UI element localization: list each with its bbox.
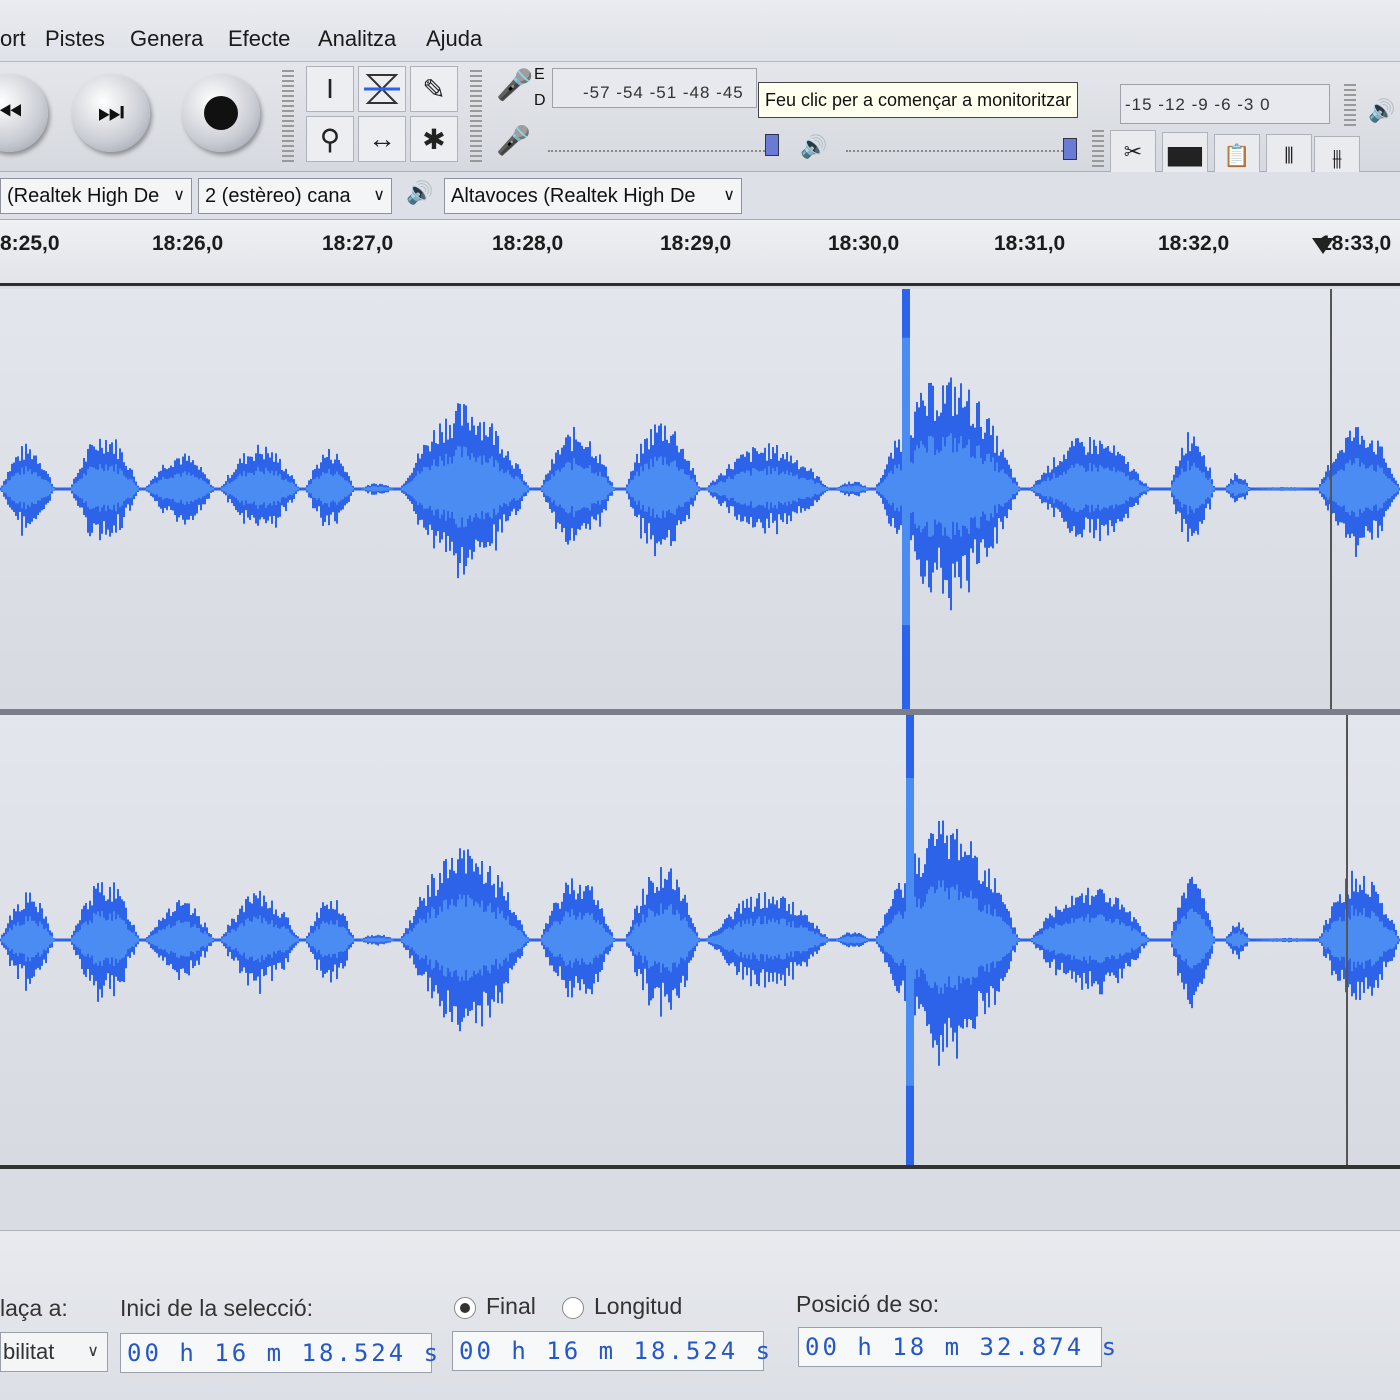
draw-tool[interactable]: ✎ [410, 66, 458, 112]
playhead-marker[interactable] [1312, 238, 1334, 254]
ruler-label: 18:26,0 [152, 232, 224, 255]
toolbar-grip[interactable] [282, 70, 294, 162]
output-device-speaker-icon: 🔊 [406, 180, 434, 205]
speaker-icon: 🔊 [1368, 98, 1396, 123]
envelope-icon [364, 74, 400, 104]
input-volume-slider[interactable] [548, 128, 779, 156]
playback-meter-scale: -15 -12 -9 -6 -3 0 [1125, 95, 1271, 114]
menu-analyze[interactable]: Analitza [318, 26, 396, 52]
toolbar-grip[interactable] [1092, 130, 1104, 170]
output-volume-thumb[interactable] [1063, 138, 1077, 160]
cut-button[interactable]: ✂ [1110, 130, 1156, 174]
envelope-tool[interactable] [358, 66, 406, 112]
channels-select[interactable]: 2 (estèreo) cana ∨ [198, 178, 392, 214]
menu-tracks[interactable]: Pistes [45, 26, 105, 52]
silence-icon: ⫵ [1331, 145, 1343, 170]
record-icon [204, 96, 238, 130]
paste-icon: 📋 [1223, 143, 1251, 168]
skip-to-end-icon: ⏭ [97, 96, 125, 129]
chevron-down-icon: ∨ [723, 187, 735, 204]
playhead-line [1346, 715, 1348, 1165]
chevron-down-icon: ∨ [87, 1343, 99, 1360]
playhead-line [1330, 289, 1332, 709]
chevron-down-icon: ∨ [173, 187, 185, 204]
input-volume-mic-icon: 🎤 [496, 125, 531, 156]
record-meter-scale: -57 -54 -51 -48 -45 [583, 83, 744, 102]
audio-position-field[interactable]: 00 h 18 m 32.874 s [798, 1327, 1116, 1367]
output-volume-slider[interactable] [846, 128, 1077, 160]
input-device-select[interactable]: (Realtek High De ∨ [0, 178, 192, 214]
ruler-label: 18:27,0 [322, 232, 394, 255]
ruler-label: 18:28,0 [492, 232, 564, 255]
monitor-tooltip: Feu clic per a començar a monitoritzar [758, 82, 1079, 118]
ruler-label: 8:25,0 [0, 232, 60, 255]
output-device-select[interactable]: Altavoces (Realtek High De ∨ [444, 178, 742, 214]
record-button[interactable] [182, 74, 260, 152]
end-radio-label: Final [486, 1293, 536, 1319]
toolbar-grip[interactable] [470, 70, 482, 162]
track-divider [0, 1165, 1400, 1169]
copy-button[interactable]: ▆▆ [1162, 132, 1208, 176]
skip-to-end-button[interactable]: ⏭ [72, 74, 150, 152]
skip-to-start-icon: ⏮ [0, 96, 23, 129]
meter-channel-left: E [534, 66, 545, 83]
chevron-down-icon: ∨ [373, 187, 385, 204]
ruler-label: 18:31,0 [994, 232, 1066, 255]
output-speaker-icon: 🔊 [800, 134, 828, 159]
length-radio-label: Longitud [594, 1293, 683, 1319]
meter-channel-right: D [534, 92, 546, 109]
menu-transport[interactable]: ort [0, 26, 26, 52]
selection-start-field[interactable]: 00 h 16 m 18.524 s [120, 1333, 438, 1373]
selection-toolbar: laça a: Inici de la selecció: Final Long… [0, 1230, 1400, 1400]
selection-end-field[interactable]: 00 h 16 m 18.524 s [452, 1331, 770, 1371]
selection-tool[interactable]: I [306, 66, 354, 112]
trim-icon: ⫴ [1284, 143, 1294, 168]
pencil-icon: ✎ [422, 73, 446, 105]
end-radio[interactable] [454, 1297, 476, 1319]
toolbar-grip[interactable] [1344, 84, 1356, 128]
length-radio[interactable] [562, 1297, 584, 1319]
record-meter-mic-icon[interactable]: 🎤 [496, 68, 533, 103]
ruler-label: 18:30,0 [828, 232, 900, 255]
audio-track-left-channel[interactable] [0, 289, 1400, 709]
ruler-label: 18:29,0 [660, 232, 732, 255]
menu-generate[interactable]: Genera [130, 26, 203, 52]
skip-to-start-button[interactable]: ⏮ [0, 74, 48, 152]
snap-to-select[interactable]: bilitat ∨ [0, 1332, 108, 1372]
copy-icon: ▆▆ [1168, 141, 1202, 166]
menu-bar: ort Pistes Genera Efecte Analitza Ajuda [0, 0, 1400, 62]
menu-help[interactable]: Ajuda [426, 26, 482, 52]
menu-effect[interactable]: Efecte [228, 26, 290, 52]
device-toolbar: (Realtek High De ∨ 2 (estèreo) cana ∨ 🔊 Al… [0, 172, 1400, 220]
snap-to-label: laça a: [0, 1295, 68, 1321]
playback-meter[interactable]: -15 -12 -9 -6 -3 0 [1120, 84, 1330, 124]
audio-track-right-channel[interactable] [0, 715, 1400, 1165]
cut-icon: ✂ [1123, 139, 1143, 164]
record-meter[interactable]: -57 -54 -51 -48 -45 [552, 68, 757, 108]
time-shift-tool[interactable]: ↔ [358, 116, 406, 162]
multi-tool[interactable]: ✱ [410, 116, 458, 162]
ruler-label: 18:32,0 [1158, 232, 1230, 255]
input-volume-thumb[interactable] [765, 134, 779, 156]
audio-position-label: Posició de so: [796, 1291, 940, 1317]
waveform-left [0, 289, 1400, 709]
timeline-ruler[interactable]: 8:25,0 18:26,0 18:27,0 18:28,0 18:29,0 1… [0, 220, 1400, 286]
waveform-right [0, 715, 1400, 1165]
zoom-tool[interactable]: ⚲ [306, 116, 354, 162]
toolbar: ⏮ ⏭ I ✎ ⚲ ↔ ✱ 🎤 E D -57 -54 -51 -48 -45 … [0, 62, 1400, 180]
selection-start-label: Inici de la selecció: [120, 1295, 314, 1321]
zoom-icon: ⚲ [319, 123, 341, 155]
